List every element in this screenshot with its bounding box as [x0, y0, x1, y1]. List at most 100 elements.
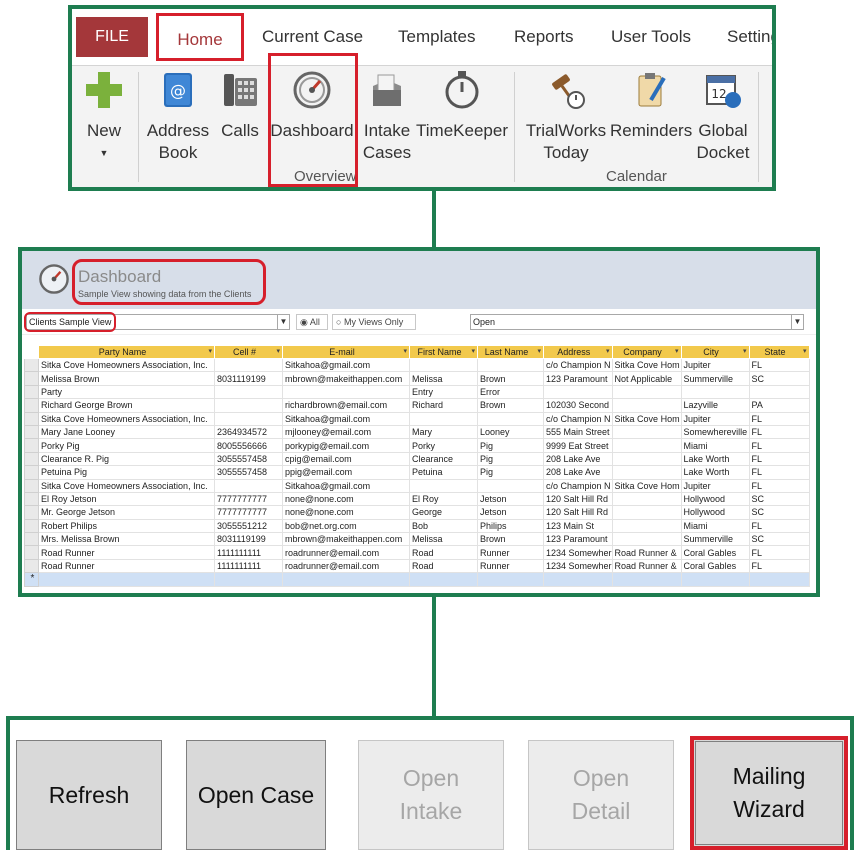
table-cell[interactable] — [748, 384, 810, 400]
table-cell[interactable]: Porky Pig — [38, 438, 215, 453]
timekeeper-button[interactable]: TimeKeeper — [416, 70, 508, 142]
table-cell[interactable]: Brown — [477, 532, 544, 547]
table-cell[interactable] — [611, 384, 682, 400]
table-row[interactable]: Clearance R. Pig 3055557458 cpig@email.com… — [24, 451, 810, 467]
radio-all[interactable]: ◉ All — [296, 314, 328, 330]
tab-reports[interactable]: Reports — [514, 17, 574, 57]
column-header[interactable]: E-mail ▾ — [282, 345, 410, 359]
table-cell[interactable]: Sitka Cove Hom — [611, 478, 682, 493]
table-cell[interactable]: FL — [748, 424, 810, 440]
table-cell[interactable]: 102030 Second — [543, 398, 613, 413]
table-cell[interactable]: Clearance — [409, 451, 478, 467]
table-cell[interactable]: 7777777777 — [214, 505, 283, 520]
table-cell[interactable]: Error — [477, 384, 544, 400]
new-record-row[interactable]: * — [24, 572, 810, 587]
row-selector[interactable] — [24, 411, 39, 426]
table-cell[interactable] — [214, 398, 283, 413]
table-cell[interactable]: George — [409, 505, 478, 520]
table-cell[interactable]: Mary Jane Looney — [38, 424, 215, 440]
column-header[interactable]: Last Name ▾ — [477, 345, 544, 359]
table-cell[interactable] — [409, 478, 478, 493]
table-cell[interactable]: El Roy Jetson — [38, 491, 215, 507]
column-header[interactable]: Company ▾ — [611, 345, 682, 359]
table-cell[interactable]: Coral Gables — [680, 558, 750, 574]
filter-dropdown-icon[interactable]: ▾ — [276, 347, 280, 355]
table-cell[interactable]: none@none.com — [282, 505, 410, 520]
table-cell[interactable]: 2364934572 — [214, 424, 283, 440]
table-cell[interactable]: 7777777777 — [214, 491, 283, 507]
global-docket-button[interactable]: 12 Global Docket — [692, 70, 754, 164]
table-cell[interactable]: Sitkahoa@gmail.com — [282, 478, 410, 493]
table-cell[interactable]: Sitka Cove Hom — [611, 411, 682, 426]
row-selector[interactable] — [24, 491, 39, 507]
table-row[interactable]: Mr. George Jetson 7777777777 none@none.com… — [24, 505, 810, 520]
column-header[interactable]: Cell # ▾ — [214, 345, 283, 359]
table-cell[interactable]: Mary — [409, 424, 478, 440]
table-cell[interactable]: SC — [748, 532, 810, 547]
table-cell[interactable]: none@none.com — [282, 491, 410, 507]
table-cell[interactable]: 9999 Eat Street — [543, 438, 613, 453]
refresh-button[interactable]: Refresh — [16, 740, 162, 850]
table-cell[interactable]: 208 Lake Ave — [543, 465, 613, 480]
row-selector[interactable] — [24, 398, 39, 413]
table-cell[interactable]: Lake Worth — [680, 451, 750, 467]
table-cell[interactable]: roadrunner@email.com — [282, 545, 410, 560]
table-row[interactable]: Richard George Brown richardbrown@email.c… — [24, 398, 810, 413]
table-cell[interactable] — [748, 572, 810, 587]
table-cell[interactable]: FL — [748, 518, 810, 534]
table-cell[interactable]: Jupiter — [680, 411, 750, 426]
reminders-button[interactable]: Reminders — [610, 70, 692, 142]
table-row[interactable]: Road Runner 1111111111 roadrunner@email.co… — [24, 558, 810, 574]
table-cell[interactable]: Sitkahoa@gmail.com — [282, 357, 410, 373]
column-header[interactable]: Address ▾ — [543, 345, 613, 359]
tab-current-case[interactable]: Current Case — [262, 17, 363, 57]
row-selector[interactable] — [24, 384, 39, 400]
tab-settings[interactable]: Setting — [727, 17, 772, 57]
table-cell[interactable]: Hollywood — [680, 505, 750, 520]
row-selector[interactable] — [24, 451, 39, 467]
table-cell[interactable]: El Roy — [409, 491, 478, 507]
table-cell[interactable] — [477, 572, 544, 587]
table-cell[interactable] — [611, 572, 682, 587]
column-header[interactable]: Party Name ▾ — [38, 345, 215, 359]
table-row[interactable]: El Roy Jetson 7777777777 none@none.com El R… — [24, 491, 810, 507]
calls-button[interactable]: Calls — [218, 70, 262, 142]
table-cell[interactable]: SC — [748, 505, 810, 520]
table-cell[interactable]: Not Applicable — [611, 371, 682, 386]
table-cell[interactable]: 1111111111 — [214, 558, 283, 574]
table-cell[interactable]: Hollywood — [680, 491, 750, 507]
table-cell[interactable] — [611, 465, 682, 480]
filter-dropdown-icon[interactable]: ▾ — [208, 347, 212, 355]
tab-templates[interactable]: Templates — [398, 17, 475, 57]
table-row[interactable]: Sitka Cove Homeowners Association, Inc. S… — [24, 478, 810, 493]
row-selector[interactable] — [24, 465, 39, 480]
table-cell[interactable]: Mrs. Melissa Brown — [38, 532, 215, 547]
table-cell[interactable]: PA — [748, 398, 810, 413]
table-cell[interactable] — [611, 424, 682, 440]
table-cell[interactable]: Road Runner & — [611, 545, 682, 560]
table-cell[interactable]: mjlooney@email.com — [282, 424, 410, 440]
table-cell[interactable]: c/o Champion N — [543, 411, 613, 426]
table-cell[interactable]: 3055557458 — [214, 465, 283, 480]
table-cell[interactable] — [214, 478, 283, 493]
table-cell[interactable]: c/o Champion N — [543, 478, 613, 493]
table-cell[interactable]: Runner — [477, 545, 544, 560]
filter-dropdown-icon[interactable]: ▾ — [471, 347, 475, 355]
filter-dropdown-icon[interactable]: ▾ — [803, 347, 807, 355]
filter-dropdown-icon[interactable]: ▾ — [537, 347, 541, 355]
column-header[interactable]: City ▾ — [680, 345, 750, 359]
table-cell[interactable]: Pig — [477, 438, 544, 453]
table-cell[interactable] — [282, 572, 410, 587]
row-selector[interactable] — [24, 424, 39, 440]
table-cell[interactable]: 123 Paramount — [543, 532, 613, 547]
row-selector[interactable] — [24, 505, 39, 520]
table-cell[interactable] — [214, 357, 283, 373]
table-cell[interactable]: Miami — [680, 518, 750, 534]
table-cell[interactable]: FL — [748, 411, 810, 426]
table-cell[interactable] — [611, 491, 682, 507]
table-cell[interactable]: FL — [748, 438, 810, 453]
table-cell[interactable]: Sitka Cove Homeowners Association, Inc. — [38, 411, 215, 426]
table-cell[interactable]: mbrown@makeithappen.com — [282, 371, 410, 386]
row-selector[interactable] — [24, 545, 39, 560]
table-cell[interactable] — [409, 572, 478, 587]
